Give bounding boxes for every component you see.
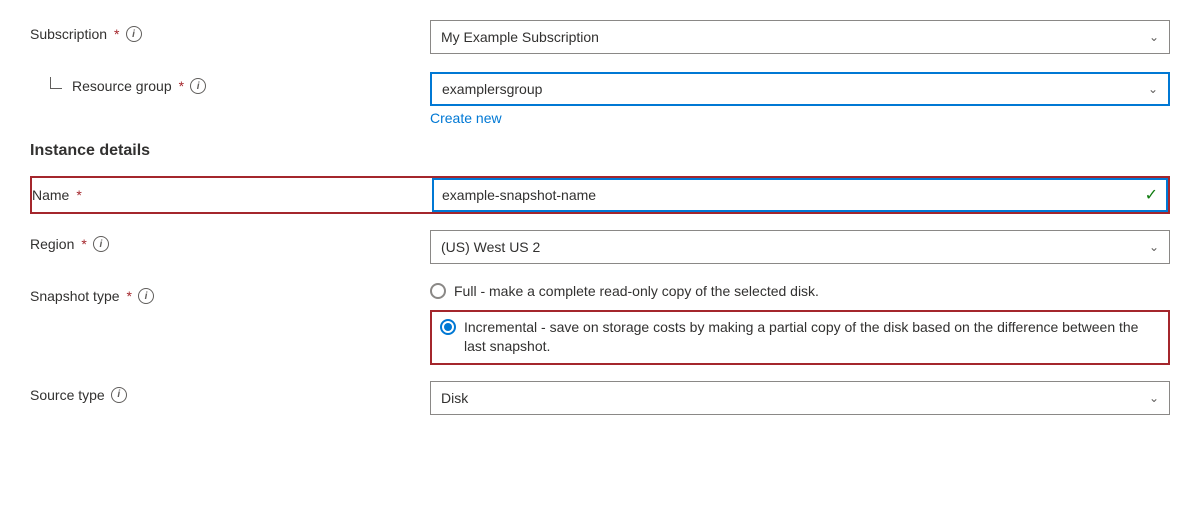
resource-group-chevron-icon: ⌄ [1148, 82, 1158, 96]
snapshot-full-option: Full - make a complete read-only copy of… [430, 282, 1170, 302]
region-dropdown[interactable]: (US) West US 2 ⌄ [430, 230, 1170, 264]
name-label-col: Name * [32, 181, 432, 209]
indent-line: Resource group * i [50, 72, 430, 94]
region-label-col: Region * i [30, 230, 430, 252]
snapshot-full-label: Full - make a complete read-only copy of… [454, 282, 819, 302]
region-required: * [81, 236, 86, 252]
source-type-row: Source type i Disk ⌄ [30, 381, 1170, 417]
source-type-control: Disk ⌄ [430, 381, 1170, 415]
resource-group-control: examplersgroup ⌄ Create new [430, 72, 1170, 126]
snapshot-incremental-dot [444, 323, 452, 331]
snapshot-type-required: * [127, 288, 132, 304]
resource-group-row: Resource group * i examplersgroup ⌄ Crea… [30, 72, 1170, 126]
resource-group-info-icon[interactable]: i [190, 78, 206, 94]
subscription-required: * [114, 26, 119, 42]
snapshot-type-label-col: Snapshot type * i [30, 282, 430, 304]
name-label: Name [32, 187, 69, 203]
source-type-label-col: Source type i [30, 381, 430, 403]
region-control: (US) West US 2 ⌄ [430, 230, 1170, 264]
name-input[interactable] [434, 180, 1145, 210]
create-new-link[interactable]: Create new [430, 110, 1170, 126]
source-type-chevron-icon: ⌄ [1149, 391, 1159, 405]
resource-group-required: * [179, 78, 184, 94]
snapshot-type-info-icon[interactable]: i [138, 288, 154, 304]
source-type-info-icon[interactable]: i [111, 387, 127, 403]
resource-group-label-col: Resource group * i [30, 72, 430, 94]
snapshot-type-radio-group: Full - make a complete read-only copy of… [430, 282, 1170, 365]
subscription-dropdown[interactable]: My Example Subscription ⌄ [430, 20, 1170, 54]
subscription-control: My Example Subscription ⌄ [430, 20, 1170, 54]
subscription-info-icon[interactable]: i [126, 26, 142, 42]
subscription-label-col: Subscription * i [30, 20, 430, 42]
region-chevron-icon: ⌄ [1149, 240, 1159, 254]
snapshot-type-label: Snapshot type [30, 288, 120, 304]
region-row: Region * i (US) West US 2 ⌄ [30, 230, 1170, 266]
resource-group-value: examplersgroup [442, 81, 542, 97]
name-row: Name * ✓ [30, 176, 1170, 214]
snapshot-full-radio[interactable] [430, 283, 446, 299]
snapshot-type-row: Snapshot type * i Full - make a complete… [30, 282, 1170, 365]
source-type-dropdown[interactable]: Disk ⌄ [430, 381, 1170, 415]
region-value: (US) West US 2 [441, 239, 540, 255]
resource-group-dropdown[interactable]: examplersgroup ⌄ [430, 72, 1170, 106]
name-required: * [76, 187, 81, 203]
region-info-icon[interactable]: i [93, 236, 109, 252]
name-input-wrapper: ✓ [432, 178, 1168, 212]
snapshot-incremental-radio[interactable] [440, 319, 456, 335]
subscription-chevron-icon: ⌄ [1149, 30, 1159, 44]
snapshot-incremental-label: Incremental - save on storage costs by m… [464, 318, 1160, 357]
resource-group-label: Resource group [72, 78, 172, 94]
snapshot-incremental-option: Incremental - save on storage costs by m… [430, 310, 1170, 365]
subscription-label: Subscription [30, 26, 107, 42]
snapshot-type-control: Full - make a complete read-only copy of… [430, 282, 1170, 365]
instance-details-section: Instance details Name * ✓ Region * i (US… [30, 142, 1170, 417]
indent-corner [50, 77, 62, 89]
instance-details-title: Instance details [30, 142, 1170, 160]
region-label: Region [30, 236, 74, 252]
subscription-row: Subscription * i My Example Subscription… [30, 20, 1170, 56]
name-check-icon: ✓ [1145, 185, 1166, 205]
subscription-value: My Example Subscription [441, 29, 599, 45]
source-type-value: Disk [441, 390, 468, 406]
source-type-label: Source type [30, 387, 105, 403]
